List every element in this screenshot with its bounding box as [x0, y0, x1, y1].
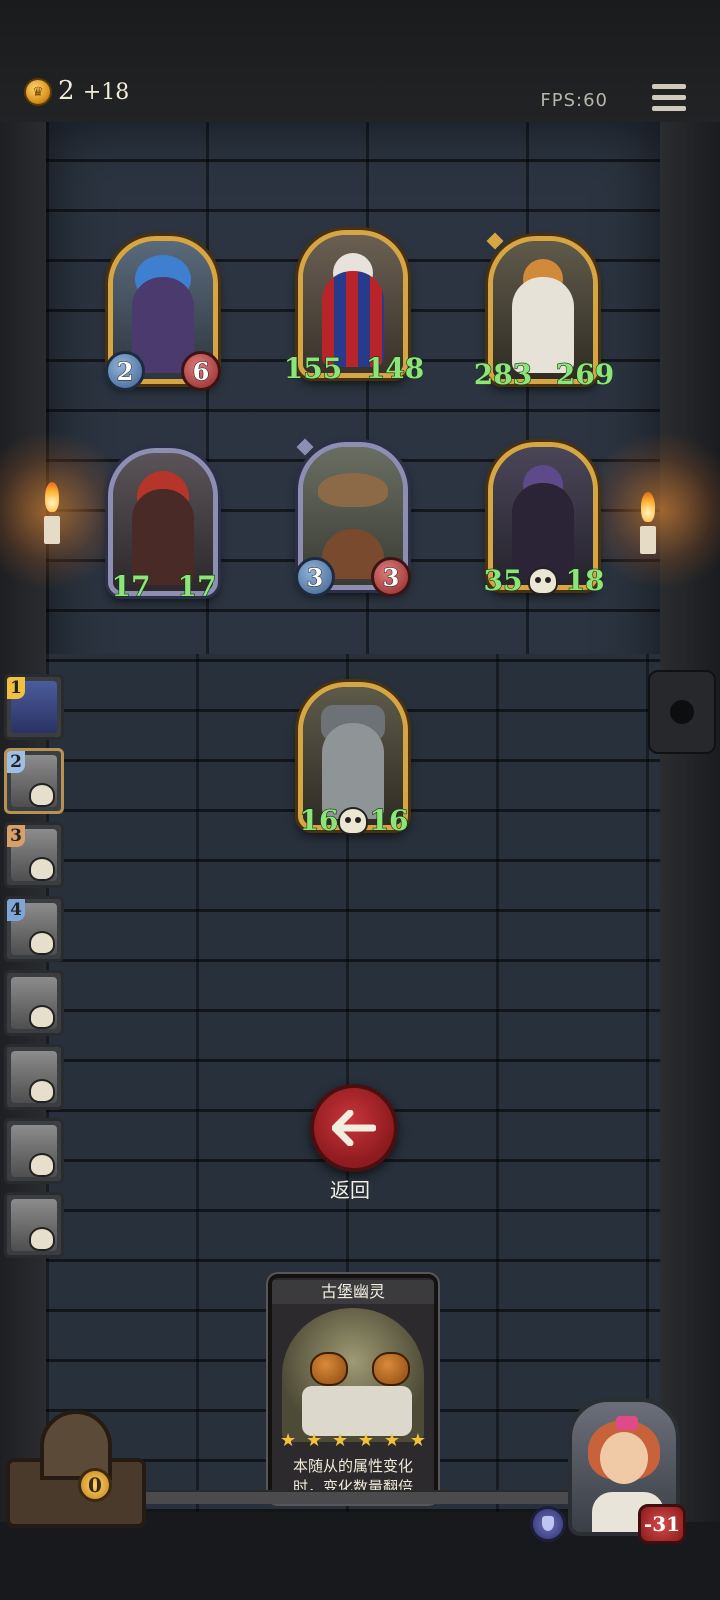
gold-coin-icon: ♛: [24, 78, 52, 106]
star-rating: ★ ★ ★ ★ ★ ★: [280, 1430, 426, 1451]
minion-info-card: 古堡幽灵 ★ ★ ★ ★ ★ ★ 本随从的属性变化时，变化数量翻倍: [268, 1274, 438, 1504]
skull-icon: [528, 567, 558, 595]
minion-info-title: 古堡幽灵: [272, 1280, 434, 1304]
attack-value: 283: [473, 357, 533, 391]
skull-icon: [29, 783, 55, 807]
player-list-item[interactable]: [4, 970, 64, 1036]
skull-icon: [29, 931, 55, 955]
minion-card-robot[interactable]: 16 16: [298, 682, 409, 837]
health-value: 6: [181, 351, 221, 391]
minion-card-clown[interactable]: 155 148: [283, 230, 425, 385]
player-list-item[interactable]: [4, 1118, 64, 1184]
back-button-label: 返回: [330, 1178, 370, 1202]
back-arrow-icon: [332, 1110, 376, 1146]
skull-icon: [338, 807, 368, 835]
player-list-item[interactable]: [4, 1192, 64, 1258]
attack-value: 155: [283, 351, 343, 385]
player-list-item[interactable]: 3: [4, 822, 64, 888]
minion-card-dark-wizard[interactable]: 35 18: [483, 442, 605, 597]
star-icon: ★: [383, 1430, 401, 1451]
player-list-item[interactable]: [4, 1044, 64, 1110]
player-list-item[interactable]: 4: [4, 896, 64, 962]
skull-icon: [29, 857, 55, 881]
health-value: 269: [555, 357, 615, 391]
candle-left-icon: [44, 516, 60, 544]
menu-icon[interactable]: [652, 84, 686, 114]
fps-counter: FPS:60: [540, 90, 608, 111]
minion-card-hooded-assassin[interactable]: 17 17: [108, 448, 218, 603]
attack-value: 17: [111, 569, 151, 603]
star-icon: ★: [305, 1430, 323, 1451]
skull-icon: [29, 1153, 55, 1177]
health-value: 17: [177, 569, 217, 603]
pumpkin-icon: [372, 1352, 410, 1386]
health-value: 18: [565, 563, 605, 597]
health-value: 3: [371, 557, 411, 597]
attack-value: 3: [295, 557, 335, 597]
health-value: 16: [369, 803, 409, 837]
candle-right-icon: [640, 526, 656, 554]
shield-icon[interactable]: [530, 1506, 566, 1542]
treasure-chest-icon[interactable]: [6, 1410, 146, 1528]
star-icon: ★: [280, 1430, 297, 1451]
minion-info-art: [282, 1308, 424, 1442]
star-icon: ★: [331, 1430, 349, 1451]
hero-health: -31: [638, 1504, 686, 1544]
minion-card-airship[interactable]: 3 3: [295, 438, 411, 597]
player-list-item[interactable]: 2: [4, 748, 64, 814]
minion-card-blue-haired-elf[interactable]: 2 6: [105, 236, 221, 391]
minion-card-pumpkin-ghost[interactable]: 283 269: [473, 232, 615, 391]
star-icon: ★: [357, 1430, 375, 1451]
attack-value: 35: [483, 563, 523, 597]
attack-value: 2: [105, 351, 145, 391]
gold-amount: 2 +18: [58, 76, 130, 106]
chest-count: 0: [78, 1468, 112, 1502]
skull-icon: [29, 1227, 55, 1251]
skull-icon: [29, 1079, 55, 1103]
rail-decoration: [140, 1490, 580, 1504]
star-icon: ★: [409, 1430, 426, 1451]
flame-left-icon: [45, 482, 59, 512]
player-list-item[interactable]: 1: [4, 674, 64, 740]
skull-icon: [29, 1005, 55, 1029]
right-pillar: [660, 122, 720, 1522]
door-handle-icon: [648, 670, 716, 754]
flame-right-icon: [641, 492, 655, 522]
back-button[interactable]: [310, 1084, 398, 1172]
health-value: 148: [365, 351, 425, 385]
pumpkin-icon: [310, 1352, 348, 1386]
